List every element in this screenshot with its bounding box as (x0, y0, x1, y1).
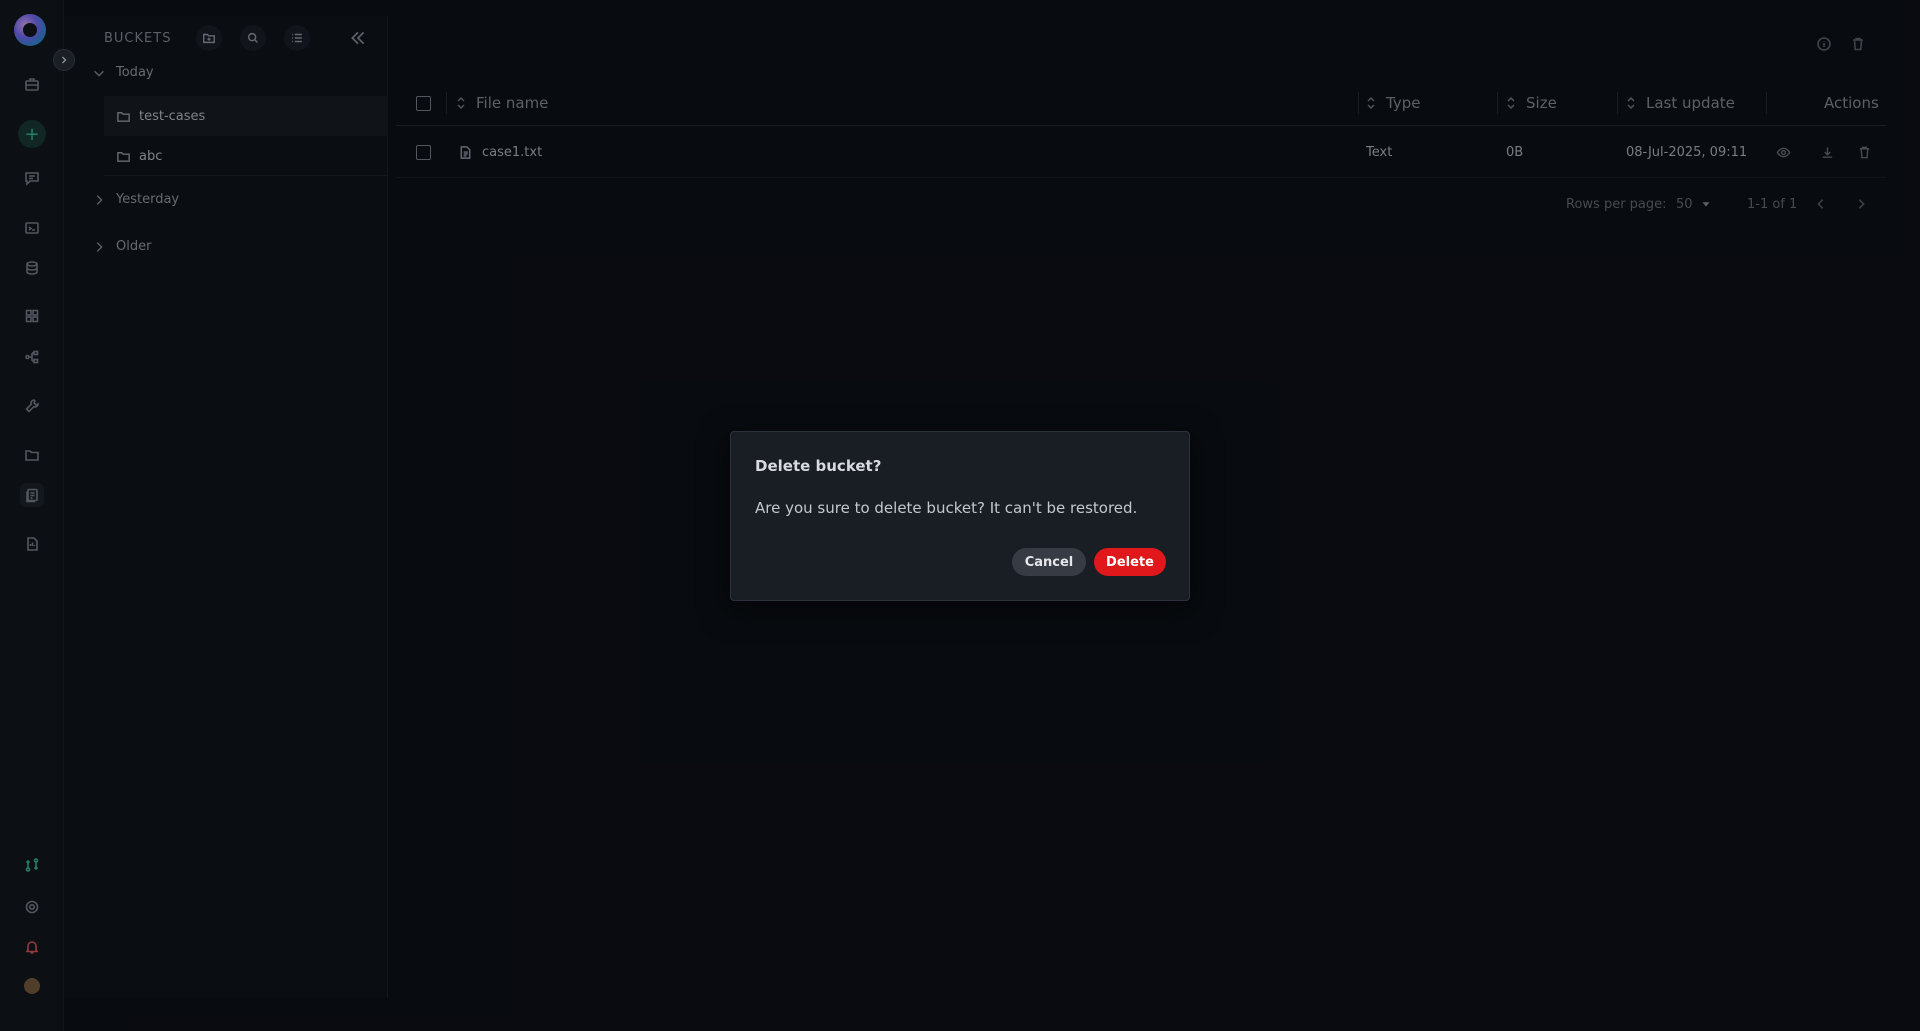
cancel-button[interactable]: Cancel (1012, 548, 1086, 576)
dialog-message: Are you sure to delete bucket? It can't … (755, 499, 1138, 517)
expand-sidebar-button[interactable] (53, 49, 75, 71)
delete-bucket-dialog: Delete bucket? Are you sure to delete bu… (730, 431, 1190, 601)
delete-button[interactable]: Delete (1094, 548, 1166, 576)
dialog-title: Delete bucket? (755, 457, 882, 475)
